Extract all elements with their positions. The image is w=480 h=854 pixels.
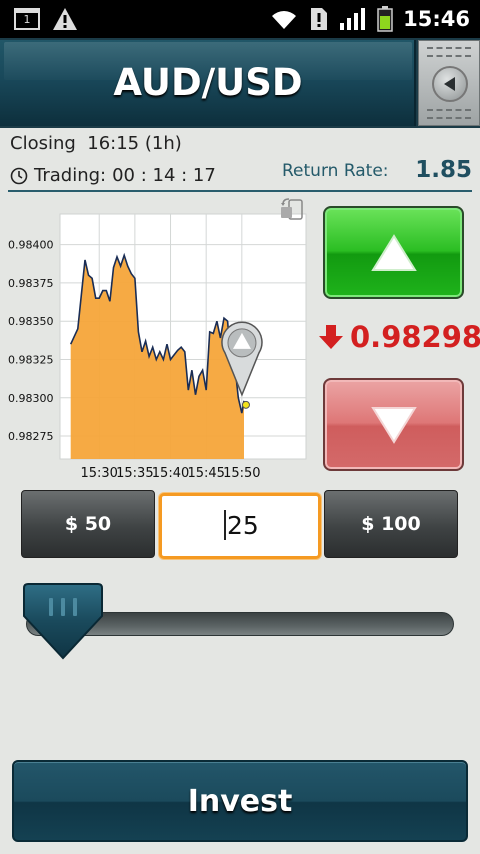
amount-input[interactable]: 25	[159, 493, 321, 559]
price-chart: 0.98400 0.98375 0.98350 0.98325 0.98300 0.982…	[0, 196, 312, 486]
arrow-down-icon	[370, 406, 417, 444]
battery-icon	[377, 6, 393, 32]
price-down-arrow-icon	[319, 325, 343, 349]
put-down-button[interactable]	[323, 378, 464, 471]
return-rate-value: 1.85	[415, 157, 472, 183]
back-arrow-icon	[432, 66, 468, 102]
closing-value: 16:15 (1h)	[87, 133, 182, 154]
x-tick-label: 15:30	[80, 466, 117, 481]
y-tick-label: 0.98275	[8, 430, 54, 443]
calendar-icon: 1	[14, 8, 40, 30]
warning-icon	[53, 8, 77, 30]
return-rate-label: Return Rate:	[282, 161, 389, 181]
price-chart-svg: 0.98400 0.98375 0.98350 0.98325 0.98300 0.982…	[8, 198, 307, 481]
amount-input-value: 25	[227, 511, 259, 540]
y-tick-label: 0.98325	[8, 353, 54, 366]
x-tick-label: 15:45	[187, 466, 224, 481]
header: AUD/USD	[0, 38, 480, 128]
closing-info: Closing 16:15 (1h)	[10, 133, 182, 154]
trading-label: Trading:	[34, 165, 107, 186]
current-price: 0.98298	[318, 320, 480, 354]
amount-100-button[interactable]: $ 100	[324, 490, 458, 558]
sim-alert-icon	[311, 8, 328, 30]
trading-info: Trading: 00 : 14 : 17	[10, 165, 216, 186]
clock-time: 15:46	[403, 7, 470, 31]
amount-slider-handle[interactable]	[22, 582, 104, 662]
status-bar: 1 15:46	[0, 0, 480, 38]
closing-label: Closing	[10, 133, 76, 154]
back-button[interactable]	[418, 40, 480, 126]
x-tick-label: 15:40	[152, 466, 189, 481]
signal-icon	[340, 8, 366, 30]
arrow-up-icon	[370, 233, 417, 271]
y-tick-label: 0.98375	[8, 277, 54, 290]
amount-50-button[interactable]: $ 50	[21, 490, 155, 558]
y-tick-label: 0.98300	[8, 392, 54, 405]
last-price-dot	[241, 400, 250, 409]
divider	[8, 190, 472, 192]
invest-label: Invest	[187, 784, 293, 819]
title-bar: AUD/USD	[0, 40, 416, 126]
clock-icon	[10, 167, 28, 184]
y-tick-label: 0.98400	[8, 239, 54, 252]
call-up-button[interactable]	[323, 206, 464, 299]
page-title: AUD/USD	[113, 61, 303, 104]
wifi-icon	[272, 11, 297, 30]
x-tick-label: 15:50	[223, 466, 260, 481]
trading-countdown: 00 : 14 : 17	[112, 165, 216, 186]
x-tick-label: 15:35	[116, 466, 153, 481]
current-price-value: 0.98298	[350, 320, 480, 354]
y-tick-label: 0.98350	[8, 315, 54, 328]
invest-button[interactable]: Invest	[12, 760, 468, 842]
